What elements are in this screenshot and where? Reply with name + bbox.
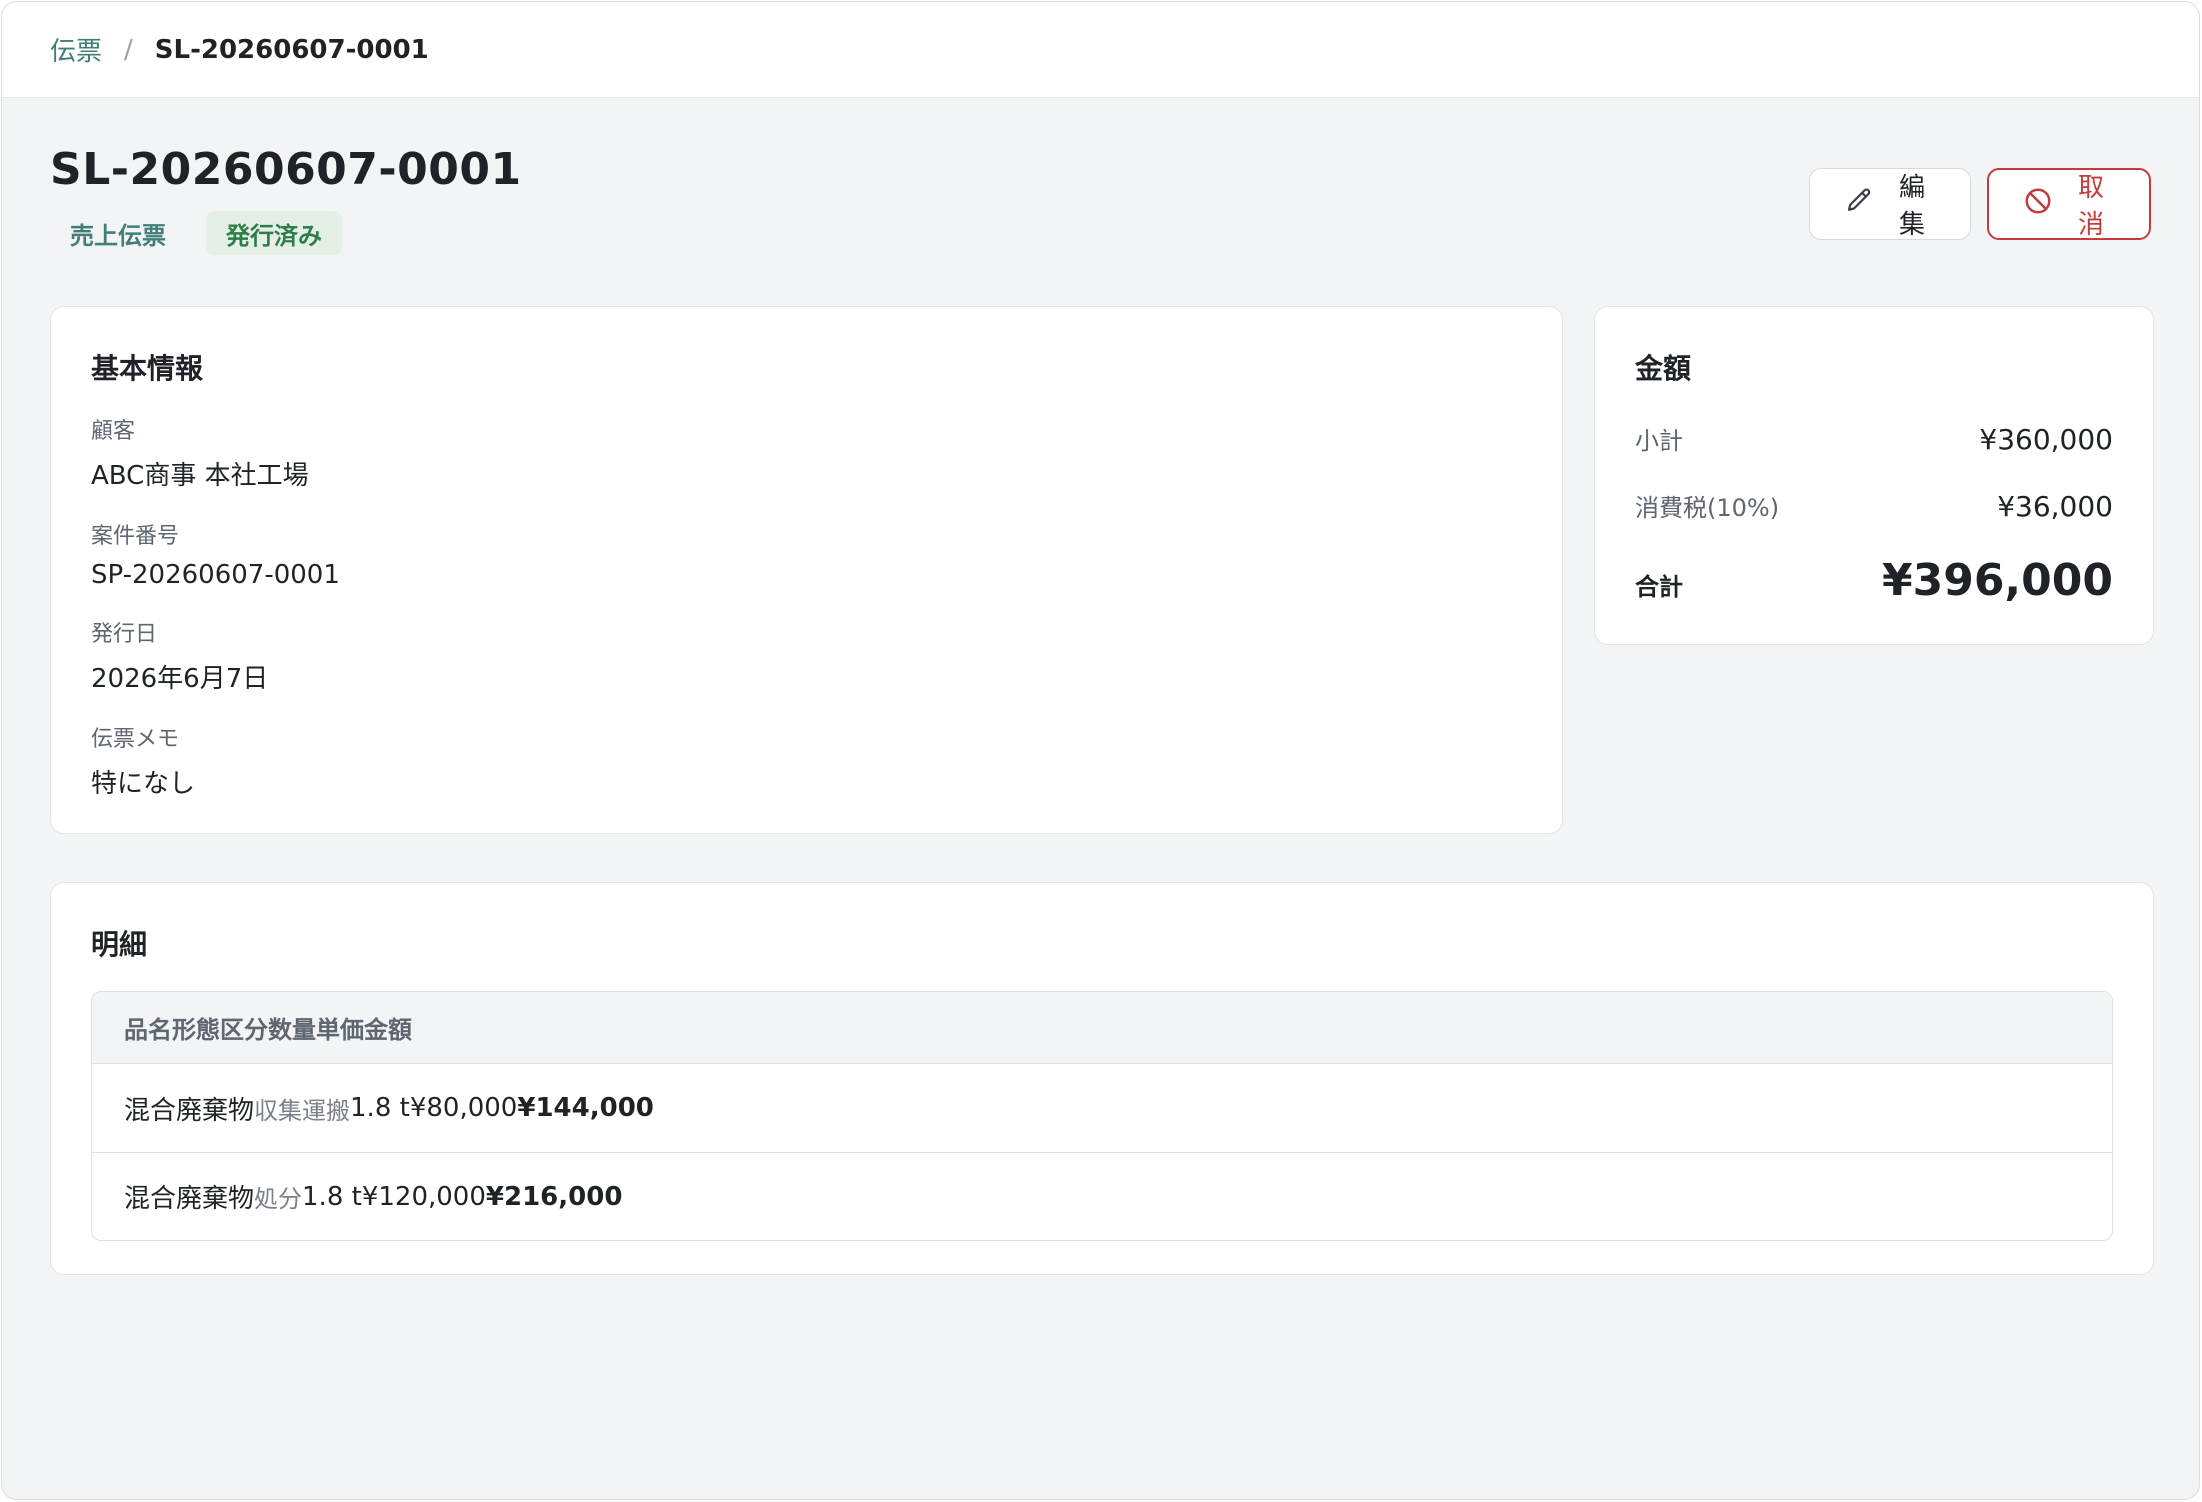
cell-name: 混合廃棄物: [124, 1095, 255, 1126]
cell-amount: ¥216,000: [485, 1181, 623, 1212]
column-header-category: 形態区分: [172, 1016, 268, 1044]
cell-name: 混合廃棄物: [124, 1184, 255, 1214]
total-value: ¥396,000: [1881, 555, 2113, 606]
edit-button[interactable]: 編集: [1809, 168, 1971, 240]
cell-category: 収集運搬: [254, 1096, 351, 1125]
field-value: ABC商事 本社工場: [91, 461, 309, 491]
amount-card: 金額 小計 ¥360,000 消費税(10%) ¥36,000 合計 ¥396,…: [1594, 306, 2154, 645]
type-tag: 売上伝票: [70, 221, 166, 250]
prohibited-icon: [2023, 186, 2053, 223]
page-header: SL-20260607-0001 売上伝票 発行済み 編集 取消: [50, 144, 2151, 264]
basic-info-title: 基本情報: [91, 352, 204, 385]
amount-title: 金額: [1635, 352, 1692, 385]
cell-quantity: 1.8 t: [350, 1093, 410, 1123]
column-header-name: 品名: [124, 1016, 172, 1044]
cell-category: 処分: [254, 1185, 303, 1213]
column-header-quantity: 数量: [268, 1016, 316, 1044]
header-actions: 編集 取消: [1809, 168, 2151, 240]
table-header: 品名 形態区分 数量 単価 金額: [92, 992, 2112, 1064]
field-label: 顧客: [91, 419, 136, 444]
pencil-icon: [1844, 186, 1874, 223]
cell-unit-price: ¥120,000: [361, 1181, 486, 1212]
cancel-button[interactable]: 取消: [1987, 168, 2151, 240]
subtotal-value: ¥360,000: [1979, 423, 2113, 456]
field-label: 伝票メモ: [91, 727, 180, 752]
subtotal-row: 小計 ¥360,000: [1635, 421, 2113, 456]
tax-label: 消費税(10%): [1635, 494, 1780, 522]
cell-quantity: 1.8 t: [302, 1181, 362, 1212]
breadcrumb-link-slips[interactable]: 伝票: [50, 31, 102, 68]
field-issue-date: 発行日 2026年6月7日: [91, 616, 1522, 695]
field-project-number: 案件番号 SP-20260607-0001: [91, 518, 1522, 590]
edit-button-label: 編集: [1898, 172, 1925, 239]
field-customer: 顧客 ABC商事 本社工場: [91, 413, 1522, 492]
status-badge: 発行済み: [206, 211, 342, 255]
field-memo: 伝票メモ 特になし: [91, 721, 1522, 800]
total-row: 合計 ¥396,000: [1635, 555, 2113, 606]
detail-table: 品名 形態区分 数量 単価 金額 混合廃棄物 収集運搬 1.8 t ¥80,000 ¥144,0…: [91, 991, 2113, 1241]
field-label: 発行日: [91, 622, 158, 647]
field-label: 案件番号: [91, 524, 180, 549]
breadcrumb: 伝票 / SL-20260607-0001: [2, 2, 2199, 98]
total-label: 合計: [1635, 573, 1683, 601]
tax-value: ¥36,000: [1997, 490, 2113, 523]
breadcrumb-separator: /: [124, 34, 133, 65]
column-header-amount: 金額: [364, 1016, 412, 1044]
cell-unit-price: ¥80,000: [409, 1093, 518, 1123]
field-value: SP-20260607-0001: [91, 560, 340, 590]
tax-row: 消費税(10%) ¥36,000: [1635, 488, 2113, 523]
table-row: 混合廃棄物 収集運搬 1.8 t ¥80,000 ¥144,000: [92, 1064, 2112, 1152]
field-value: 2026年6月7日: [91, 664, 269, 694]
app-window: 伝票 / SL-20260607-0001 SL-20260607-0001 売…: [1, 1, 2200, 1500]
cancel-button-label: 取消: [2077, 172, 2104, 239]
basic-info-card: 基本情報 顧客 ABC商事 本社工場 案件番号 SP-20260607-0001…: [50, 306, 1563, 834]
table-row: 混合廃棄物 処分 1.8 t ¥120,000 ¥216,000: [92, 1152, 2112, 1240]
cell-amount: ¥144,000: [517, 1093, 654, 1123]
column-header-unit-price: 単価: [316, 1016, 364, 1044]
detail-title: 明細: [91, 928, 148, 961]
field-value: 特になし: [91, 769, 196, 799]
detail-card: 明細 品名 形態区分 数量 単価 金額 混合廃棄物 収集運搬 1.8 t ¥80,000 ¥14…: [50, 882, 2154, 1275]
subtotal-label: 小計: [1635, 427, 1683, 455]
breadcrumb-current: SL-20260607-0001: [154, 34, 429, 65]
